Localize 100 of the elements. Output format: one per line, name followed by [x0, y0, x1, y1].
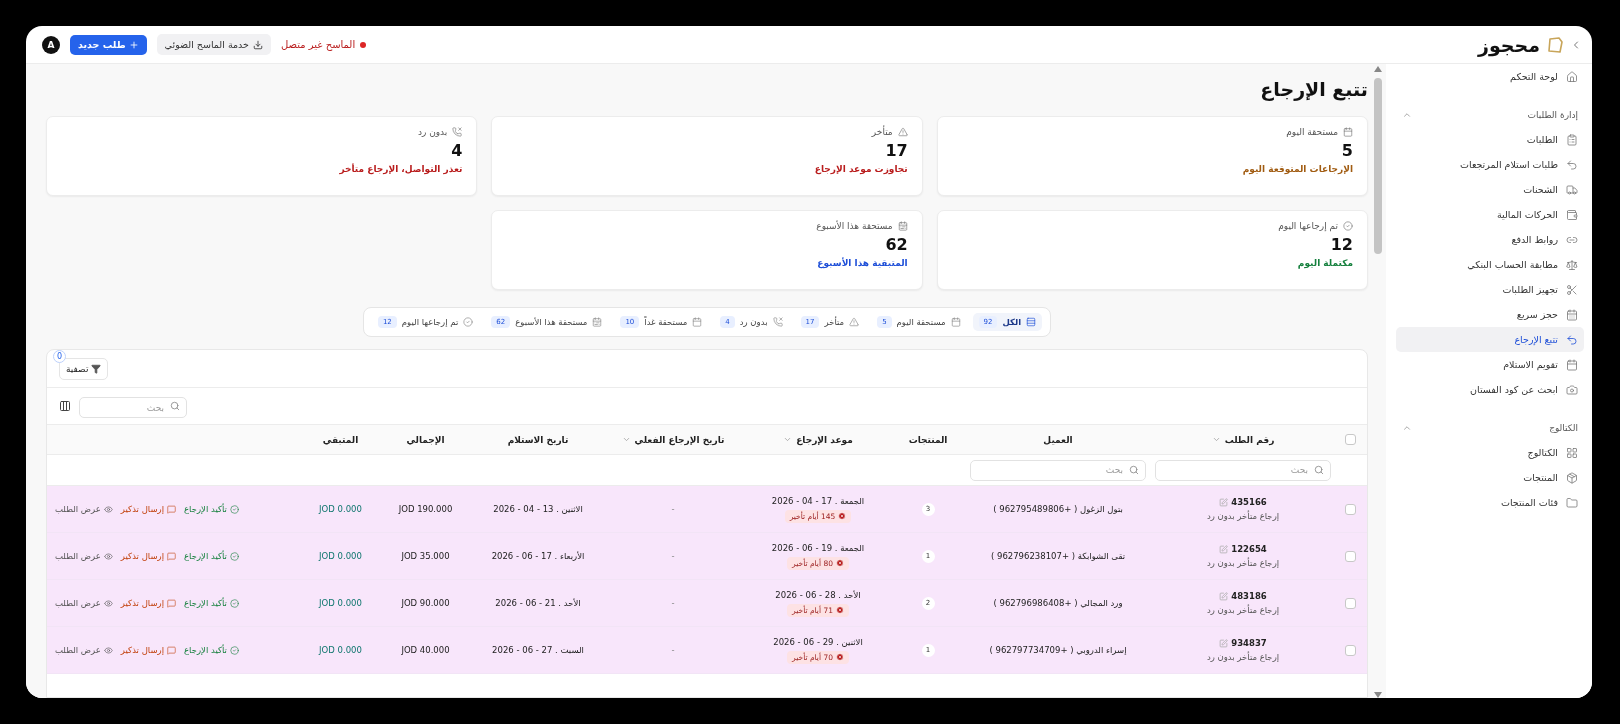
return-date: الجمعة . 19 - 06 - 2026	[771, 542, 865, 553]
column-header: العميل	[1043, 434, 1073, 445]
return-arrow-icon	[1566, 158, 1578, 171]
sidebar-item[interactable]: تقويم الاستلام	[1396, 352, 1584, 377]
calendar-icon	[692, 317, 703, 327]
sidebar-item[interactable]: لوحة التحكم	[1396, 64, 1584, 89]
row-action-link[interactable]: إرسال تذكير	[120, 645, 176, 655]
row-action-link[interactable]: تأكيد الإرجاع	[184, 598, 239, 608]
check-circle-icon	[230, 645, 239, 655]
eye-icon	[103, 551, 113, 561]
checkbox[interactable]	[1344, 550, 1356, 562]
calendar-icon	[1566, 358, 1578, 371]
row-action-link[interactable]: تأكيد الإرجاع	[184, 504, 239, 514]
column-header[interactable]: موعد الإرجاع	[783, 434, 853, 445]
row-action-link[interactable]: إرسال تذكير	[120, 598, 176, 608]
received-date: السبت . 27 - 06 - 2026	[492, 645, 584, 655]
stat-note: مكتملة اليوم	[1297, 258, 1353, 268]
order-number[interactable]: 934837	[1219, 638, 1267, 648]
search-field[interactable]: بحث	[79, 397, 187, 418]
user-avatar[interactable]: A	[42, 35, 60, 54]
sidebar-item[interactable]: روابط الدفع	[1396, 227, 1584, 252]
row-action-link[interactable]: تأكيد الإرجاع	[184, 645, 239, 655]
edit-icon[interactable]	[1219, 591, 1229, 601]
sidebar-item[interactable]: حجز سريع	[1396, 302, 1584, 327]
search-icon	[170, 400, 180, 411]
stat-label: مستحقة اليوم	[1286, 127, 1338, 137]
sidebar-item[interactable]: المنتجات	[1396, 465, 1584, 490]
column-header[interactable]: تاريخ الإرجاع الفعلي	[621, 434, 725, 445]
stat-note: المتبقية هذا الأسبوع	[817, 258, 908, 268]
app-logo: محجوز	[1478, 33, 1540, 56]
box-icon	[1566, 471, 1578, 484]
stat-value: 12	[1329, 235, 1353, 254]
checkbox[interactable]	[1344, 434, 1356, 445]
grid-icon	[1566, 446, 1578, 459]
section-title: الكتالوج	[1549, 423, 1578, 433]
order-number[interactable]: 435166	[1219, 497, 1267, 507]
calendar-icon	[950, 317, 961, 327]
stat-label: تم إرجاعها اليوم	[1278, 221, 1338, 231]
column-header: المنتجات	[908, 434, 948, 445]
return-arrow-icon	[1566, 333, 1578, 346]
column-search-field[interactable]: بحث	[970, 459, 1146, 481]
remaining-amount: JOD 0.000	[319, 598, 362, 608]
stat-label: مستحقة هذا الأسبوع	[816, 221, 893, 231]
stat-value: 17	[884, 141, 908, 160]
scale-icon	[1566, 258, 1578, 271]
sidebar-item[interactable]: تتبع الإرجاع	[1396, 327, 1584, 352]
column-search-field[interactable]: بحث	[1155, 459, 1331, 481]
sidebar-item[interactable]: الكتالوج	[1396, 440, 1584, 465]
row-action-link[interactable]: تأكيد الإرجاع	[184, 551, 239, 561]
row-action-link[interactable]: عرض الطلب	[55, 551, 113, 561]
clipboard-icon	[1566, 133, 1578, 146]
chevron-icon[interactable]	[1402, 110, 1412, 120]
row-action-link[interactable]: عرض الطلب	[55, 504, 113, 514]
sidebar-item[interactable]: الحركات المالية	[1396, 202, 1584, 227]
row-action-link[interactable]: إرسال تذكير	[120, 504, 176, 514]
order-number[interactable]: 122654	[1219, 544, 1267, 554]
row-action-link[interactable]: إرسال تذكير	[120, 551, 176, 561]
phone-icon	[772, 317, 783, 327]
calendar-icon	[1566, 308, 1578, 321]
search-icon	[1129, 464, 1139, 475]
stat-note: تجاوزت موعد الإرجاع	[814, 164, 908, 174]
sidebar-item[interactable]: الطلبات	[1396, 127, 1584, 152]
edit-icon[interactable]	[1219, 544, 1229, 554]
received-date: الأربعاء . 17 - 06 - 2026	[491, 551, 585, 561]
checkbox[interactable]	[1344, 597, 1356, 609]
order-number[interactable]: 483186	[1219, 591, 1267, 601]
row-action-link[interactable]: عرض الطلب	[55, 598, 113, 608]
sidebar-item[interactable]: ابحث عن كود الفستان	[1396, 377, 1584, 402]
message-icon	[167, 551, 176, 561]
edit-icon[interactable]	[1219, 497, 1229, 507]
row-action-link[interactable]: عرض الطلب	[55, 645, 113, 655]
sidebar-item[interactable]: الشحنات	[1396, 177, 1584, 202]
customer-name: بتول الزغول ( +962795489806 )	[993, 504, 1123, 514]
logo-icon	[1546, 35, 1564, 54]
sidebar-item[interactable]: مطابقة الحساب البنكي	[1396, 252, 1584, 277]
checkbox[interactable]	[1344, 644, 1356, 656]
new-order-button[interactable]: طلب جديد	[70, 34, 147, 55]
column-header[interactable]: رقم الطلب	[1211, 434, 1275, 445]
message-icon	[167, 504, 176, 514]
edit-icon[interactable]	[1219, 638, 1229, 648]
download-icon	[252, 39, 263, 50]
status-dot-icon	[360, 41, 367, 48]
sidebar-item[interactable]: فئات المنتجات	[1396, 490, 1584, 515]
checkbox[interactable]	[1344, 503, 1356, 515]
return-date: الاثنين . 29 - 06 - 2026	[773, 636, 863, 647]
chevron-icon[interactable]	[1402, 423, 1412, 433]
check-circle-icon	[230, 551, 239, 561]
scrollbar[interactable]	[1370, 64, 1386, 698]
scanner-service-button[interactable]: خدمة الماسح الضوئي	[156, 34, 271, 55]
total-amount: JOD 90.000	[401, 598, 450, 608]
home-icon	[1566, 70, 1578, 83]
actual-return-date: -	[671, 645, 675, 655]
stat-note: تعذر التواصل، الإرجاع متأخر	[339, 164, 463, 174]
wallet-icon	[1566, 208, 1578, 221]
sidebar-item[interactable]: تجهيز الطلبات	[1396, 277, 1584, 302]
columns-icon[interactable]	[59, 400, 71, 412]
message-icon	[167, 645, 176, 655]
remaining-amount: JOD 0.000	[319, 504, 362, 514]
section-title: إدارة الطلبات	[1527, 110, 1578, 120]
sidebar-item[interactable]: طلبات استلام المرتجعات	[1396, 152, 1584, 177]
